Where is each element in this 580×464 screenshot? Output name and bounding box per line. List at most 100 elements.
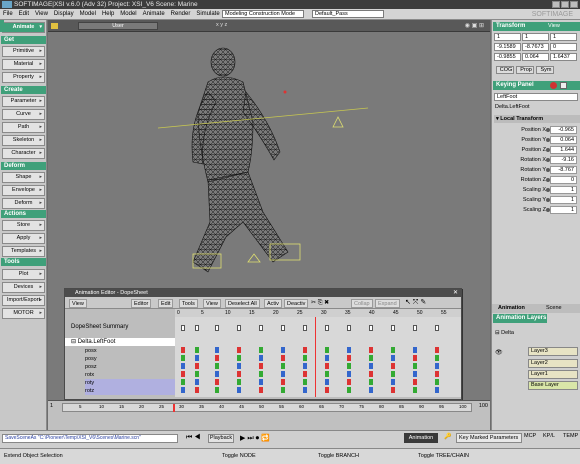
btn-devices[interactable]: Devices ▸ xyxy=(2,282,45,293)
ds-editor-menu[interactable]: Editor xyxy=(131,299,152,308)
track-key[interactable] xyxy=(391,387,395,393)
btn-skeleton[interactable]: Skeleton ▸ xyxy=(2,135,45,146)
minimize-icon[interactable] xyxy=(552,1,560,8)
track-key[interactable] xyxy=(347,347,351,353)
track-key[interactable] xyxy=(369,355,373,361)
pos-x[interactable]: -0.9855 xyxy=(494,53,521,61)
section-deform[interactable]: Deform xyxy=(1,162,46,170)
track-key[interactable] xyxy=(391,347,395,353)
track-key[interactable] xyxy=(259,363,263,369)
track-key[interactable] xyxy=(181,355,185,361)
scale-z[interactable]: 1 xyxy=(550,33,577,41)
btn-character[interactable]: Character ▸ xyxy=(2,148,45,159)
track-rotz[interactable]: rotz xyxy=(85,387,177,395)
summary-key[interactable] xyxy=(181,325,185,331)
track-key[interactable] xyxy=(259,379,263,385)
track-key[interactable] xyxy=(303,387,307,393)
menu-view[interactable]: View xyxy=(32,9,51,20)
btn-primitive[interactable]: Primitive ▸ xyxy=(2,46,45,57)
section-tools[interactable]: Tools xyxy=(1,258,46,266)
btn-plot[interactable]: Plot ▸ xyxy=(2,269,45,280)
track-key[interactable] xyxy=(413,347,417,353)
btn-deform[interactable]: Deform ▸ xyxy=(2,198,45,209)
btn-path[interactable]: Path ▸ xyxy=(2,122,45,133)
ds-collapse[interactable]: Collap xyxy=(351,299,373,308)
layer-3[interactable]: Layer3 xyxy=(528,347,578,356)
track-key[interactable] xyxy=(369,363,373,369)
camera-selector[interactable]: User xyxy=(78,22,158,30)
btn-curve[interactable]: Curve ▸ xyxy=(2,109,45,120)
track-key[interactable] xyxy=(413,371,417,377)
btn-property[interactable]: Property ▸ xyxy=(2,72,45,83)
local-transform-header[interactable]: ▾ Local Transform xyxy=(494,115,580,123)
summary-key[interactable] xyxy=(325,325,329,331)
track-key[interactable] xyxy=(259,347,263,353)
dopesheet-close-icon[interactable]: ✕ xyxy=(453,289,458,296)
track-key[interactable] xyxy=(391,355,395,361)
menu-file[interactable]: File xyxy=(0,9,16,20)
track-key[interactable] xyxy=(435,387,439,393)
track-key[interactable] xyxy=(281,379,285,385)
track-key[interactable] xyxy=(181,347,185,353)
timeline-end[interactable]: 100 xyxy=(479,403,488,409)
track-key[interactable] xyxy=(369,379,373,385)
ds-edit-icons[interactable]: ✂ ⎘ ✖ xyxy=(311,299,329,307)
track-key[interactable] xyxy=(237,371,241,377)
temp-tab[interactable]: TEMP xyxy=(563,433,578,439)
rot-x[interactable]: -9.1589 xyxy=(494,43,521,51)
track-key[interactable] xyxy=(347,355,351,361)
track-key[interactable] xyxy=(435,363,439,369)
track-key[interactable] xyxy=(347,363,351,369)
summary-key[interactable] xyxy=(215,325,219,331)
summary-key[interactable] xyxy=(347,325,351,331)
rot-y[interactable]: -8.7673 xyxy=(522,43,549,51)
ds-tools-menu[interactable]: Tools xyxy=(179,299,198,308)
section-actions[interactable]: Actions xyxy=(1,210,46,218)
track-key[interactable] xyxy=(195,347,199,353)
track-key[interactable] xyxy=(303,355,307,361)
track-key[interactable] xyxy=(259,387,263,393)
track-roty[interactable]: roty xyxy=(85,379,177,387)
menu-animate[interactable]: Animate xyxy=(140,9,168,20)
track-key[interactable] xyxy=(181,387,185,393)
module-selector[interactable]: Animate ▾ xyxy=(2,22,45,33)
record-icon[interactable] xyxy=(550,82,557,89)
transport-icons[interactable]: ⏮ ◀ xyxy=(186,434,201,442)
sym-button[interactable]: Sym xyxy=(536,66,554,74)
transform-view-menu[interactable]: View xyxy=(548,23,560,29)
track-key[interactable] xyxy=(215,355,219,361)
track-key[interactable] xyxy=(325,347,329,353)
rot-z[interactable]: 0 xyxy=(550,43,577,51)
track-key[interactable] xyxy=(391,363,395,369)
timeline-track[interactable]: 5 10 15 20 25 30 35 40 45 50 55 60 65 70 75 80 85 90 95 100 xyxy=(62,403,472,412)
summary-key[interactable] xyxy=(195,325,199,331)
track-key[interactable] xyxy=(237,379,241,385)
menu-model-2[interactable]: Model xyxy=(117,9,139,20)
section-create[interactable]: Create xyxy=(1,86,46,94)
animation-button[interactable]: Animation xyxy=(404,433,438,443)
tab-scene[interactable]: Scene xyxy=(546,305,562,311)
track-key[interactable] xyxy=(237,347,241,353)
key-marked-parameters[interactable]: Key Marked Parameters xyxy=(456,433,522,443)
section-get[interactable]: Get xyxy=(1,36,46,44)
kpl-tab[interactable]: KP/L xyxy=(543,433,555,439)
menu-render[interactable]: Render xyxy=(168,9,194,20)
track-key[interactable] xyxy=(215,363,219,369)
ds-select-tools-icon[interactable]: ↖ ⤧ ✎ xyxy=(405,298,426,307)
menu-model[interactable]: Model xyxy=(77,9,99,20)
layers-root[interactable]: ⊟ Delta xyxy=(495,330,514,336)
track-key[interactable] xyxy=(303,371,307,377)
track-key[interactable] xyxy=(215,371,219,377)
mcp-tab[interactable]: MCP xyxy=(524,433,536,439)
key-icon[interactable] xyxy=(560,82,567,89)
close-icon[interactable] xyxy=(570,1,578,8)
track-key[interactable] xyxy=(347,379,351,385)
scale-y[interactable]: 1 xyxy=(522,33,549,41)
track-posy[interactable]: posy xyxy=(85,355,177,363)
track-key[interactable] xyxy=(181,371,185,377)
track-key[interactable] xyxy=(325,387,329,393)
track-key[interactable] xyxy=(413,363,417,369)
track-key[interactable] xyxy=(259,355,263,361)
track-key[interactable] xyxy=(281,371,285,377)
pos-z[interactable]: 1.6437 xyxy=(550,53,577,61)
